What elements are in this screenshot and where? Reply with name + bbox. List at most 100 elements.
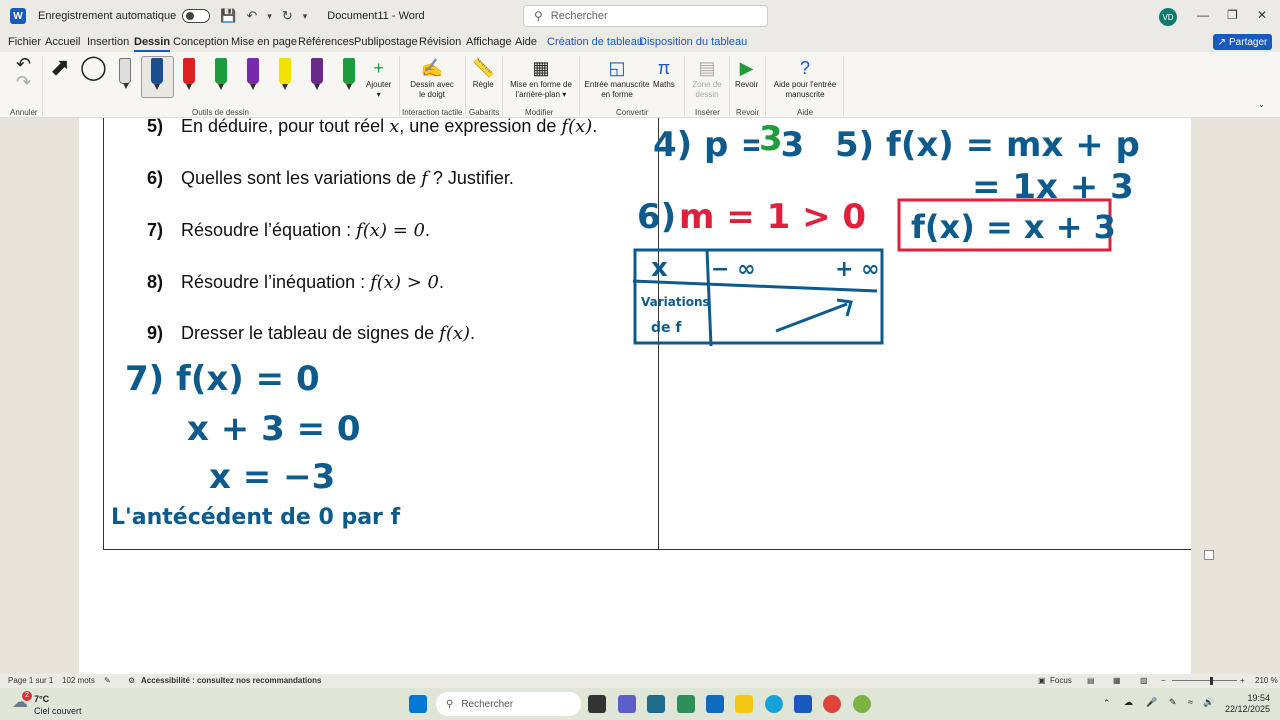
focus-icon[interactable]: ▣ <box>1038 676 1046 685</box>
pen-green-2[interactable] <box>343 58 355 90</box>
accessibility-status[interactable]: Accessibilité : consultez nos recommanda… <box>141 676 322 685</box>
app-icon[interactable] <box>677 695 695 713</box>
taskbar-search-input[interactable]: ⚲ Rechercher <box>436 692 581 716</box>
pen-violet[interactable] <box>311 58 323 90</box>
tab-dessin[interactable]: Dessin <box>134 36 171 52</box>
start-button[interactable] <box>409 695 427 713</box>
document-area[interactable]: 5) En déduire, pour tout réel x, une expr… <box>0 118 1280 674</box>
share-label: Partager <box>1229 36 1268 48</box>
app-green-icon[interactable] <box>853 695 871 713</box>
teams-icon[interactable] <box>618 695 636 713</box>
chevron-up-icon[interactable]: ⌃ <box>1103 698 1111 709</box>
microphone-icon[interactable]: 🎤 <box>1146 697 1157 708</box>
tab-accueil[interactable]: Accueil <box>45 36 80 48</box>
pen-purple[interactable] <box>247 58 259 90</box>
group-label-annuler: Annuler <box>10 108 38 117</box>
zoom-out-button[interactable]: − <box>1161 676 1166 685</box>
search-placeholder: Rechercher <box>550 10 608 22</box>
tab-affichage[interactable]: Affichage <box>466 36 512 48</box>
tab-fichier[interactable]: Fichier <box>8 36 41 48</box>
tab-creation-tableau[interactable]: Création de tableau <box>547 36 643 48</box>
pen-blue[interactable] <box>151 58 163 90</box>
undo-icon[interactable]: ↶ <box>246 8 257 24</box>
highlighter-yellow[interactable] <box>279 58 291 90</box>
task-view-icon[interactable] <box>588 695 606 713</box>
draw-with-finger-button[interactable]: ✍ Dessin avec le doigt <box>408 58 456 100</box>
ruler-button[interactable]: 📏 Règle <box>472 58 494 90</box>
pen-red[interactable] <box>183 58 195 90</box>
zoom-level[interactable]: 210 % <box>1255 676 1278 685</box>
print-layout-icon[interactable]: ▦ <box>1113 676 1121 685</box>
plus-icon: + <box>373 58 384 78</box>
tab-insertion[interactable]: Insertion <box>87 36 129 48</box>
title-bar: W Enregistrement automatique 💾 ↶ ▾ ↻ ▾ D… <box>0 0 1280 32</box>
chrome-icon[interactable] <box>823 695 841 713</box>
eraser-tool[interactable] <box>119 58 131 89</box>
ribbon-tabs: Fichier Accueil Insertion Dessin Concept… <box>0 32 1280 52</box>
focus-mode-button[interactable]: Focus <box>1050 676 1072 685</box>
zoom-in-button[interactable]: + <box>1240 676 1245 685</box>
onedrive-icon[interactable]: ☁ <box>1124 697 1133 708</box>
page-count[interactable]: Page 1 sur 1 <box>8 676 53 685</box>
ruler-icon: 📏 <box>472 58 495 78</box>
autosave-toggle[interactable] <box>182 9 211 23</box>
file-explorer-icon[interactable] <box>735 695 753 713</box>
customize-quick-access-icon[interactable]: ▾ <box>303 11 308 22</box>
ribbon-separator <box>465 56 466 116</box>
volume-icon[interactable]: 🔊 <box>1203 697 1214 708</box>
weather-widget[interactable]: ☁ 2 7°C Ciel couvert <box>12 691 82 716</box>
pen-icon[interactable]: ✎ <box>1169 697 1177 708</box>
zoom-slider[interactable] <box>1172 680 1237 681</box>
ink-to-shape-label: Entrée manuscrite en forme <box>584 80 650 99</box>
web-layout-icon[interactable]: ▧ <box>1140 676 1148 685</box>
select-tool-button[interactable]: ⬈ <box>50 56 70 80</box>
replay-button[interactable]: ▶ Revoir <box>735 58 758 90</box>
redo-icon: ↷ <box>16 72 32 92</box>
add-pen-button[interactable]: + Ajouter ▾ <box>366 58 391 100</box>
system-clock[interactable]: 19:54 22/12/2025 <box>1225 693 1270 715</box>
document-page[interactable]: 5) En déduire, pour tout réel x, une expr… <box>79 118 1214 674</box>
edge-icon[interactable] <box>765 695 783 713</box>
minimize-icon[interactable]: — <box>1197 8 1209 22</box>
redo-icon[interactable]: ↻ <box>282 8 293 24</box>
ink-help-button[interactable]: ? Aide pour l'entrée manuscrite <box>771 58 839 100</box>
store-icon[interactable] <box>647 695 665 713</box>
drawing-canvas-button[interactable]: ▤ Zone de dessin <box>690 58 724 100</box>
tab-publipostage[interactable]: Publipostage <box>354 36 418 48</box>
tab-revision[interactable]: Révision <box>419 36 461 48</box>
ink-to-shape-button[interactable]: ◱ Entrée manuscrite en forme <box>584 58 650 100</box>
avatar[interactable]: VD <box>1159 8 1177 26</box>
search-icon: ⚲ <box>446 698 454 710</box>
read-mode-icon[interactable]: ▤ <box>1087 676 1095 685</box>
tab-aide[interactable]: Aide <box>515 36 537 48</box>
save-icon[interactable]: 💾 <box>220 8 236 24</box>
search-input[interactable]: ⚲ Rechercher <box>523 5 768 27</box>
close-icon[interactable]: ✕ <box>1257 8 1267 22</box>
table-resize-handle[interactable] <box>1204 550 1214 560</box>
tab-disposition-tableau[interactable]: Disposition du tableau <box>639 36 747 48</box>
word-count[interactable]: 102 mots <box>62 676 95 685</box>
share-button[interactable]: ↗ Partager <box>1213 34 1272 50</box>
accessibility-icon[interactable]: ⚙ <box>128 676 135 685</box>
ink-increasing-arrow <box>775 302 848 333</box>
ribbon-separator <box>684 56 685 116</box>
outlook-icon[interactable] <box>706 695 724 713</box>
ink-table-row-line <box>632 279 878 293</box>
pen-green[interactable] <box>215 58 227 90</box>
tab-mise-en-page[interactable]: Mise en page <box>231 36 297 48</box>
math-button[interactable]: π Maths <box>653 58 675 90</box>
restore-icon[interactable]: ❐ <box>1227 8 1238 22</box>
tab-conception[interactable]: Conception <box>173 36 229 48</box>
redo-button[interactable]: ↷ <box>16 72 31 94</box>
tab-references[interactable]: Références <box>298 36 354 48</box>
zoom-slider-thumb[interactable] <box>1210 677 1213 685</box>
share-icon: ↗ <box>1217 36 1227 48</box>
collapse-ribbon-icon[interactable]: ⌄ <box>1258 100 1265 110</box>
wifi-icon[interactable]: ≈ <box>1188 697 1193 707</box>
lasso-tool-button[interactable]: ◯ <box>80 56 107 80</box>
chevron-down-icon[interactable]: ▾ <box>267 11 272 22</box>
word-taskbar-icon[interactable] <box>794 695 812 713</box>
proofing-icon[interactable]: ✎ <box>104 676 111 685</box>
draw-with-finger-label: Dessin avec le doigt <box>410 80 454 99</box>
background-format-button[interactable]: ▦ Mise en forme de l'arrière-plan ▾ <box>508 58 574 100</box>
